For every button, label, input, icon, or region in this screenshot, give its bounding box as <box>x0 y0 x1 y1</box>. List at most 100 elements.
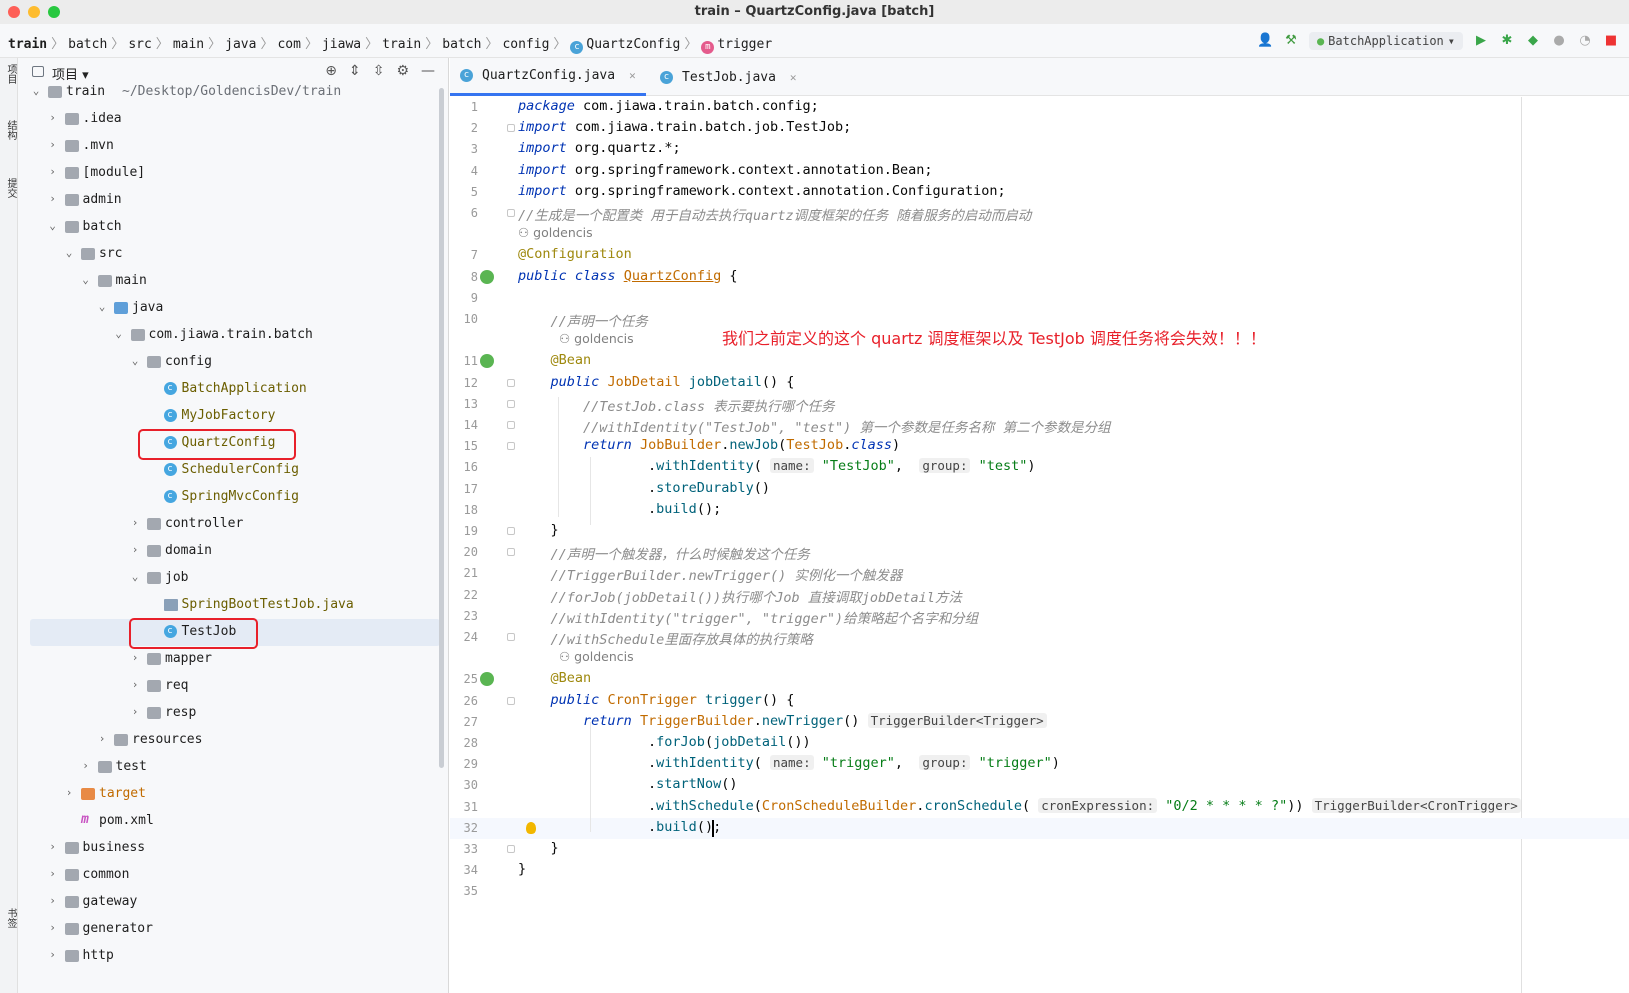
chevron-down-icon[interactable]: ⌄ <box>129 570 141 583</box>
fold-marker-icon[interactable] <box>507 548 515 557</box>
fold-marker-icon[interactable] <box>507 845 515 853</box>
tree-item[interactable]: c MyJobFactory <box>30 403 440 430</box>
more-run-icon[interactable]: ◔ <box>1577 33 1593 49</box>
tree-item[interactable]: › test <box>30 754 440 781</box>
breadcrumb-item[interactable]: c QuartzConfig <box>570 37 680 54</box>
code-editor[interactable]: 我们之前定义的这个 quartz 调度框架以及 TestJob 调度任务将会失效… <box>450 97 1629 993</box>
tree-item[interactable]: › controller <box>30 511 440 538</box>
chevron-right-icon[interactable]: › <box>47 111 59 124</box>
chevron-right-icon[interactable]: › <box>47 138 59 151</box>
hide-icon[interactable]: — <box>421 63 435 79</box>
chevron-down-icon[interactable]: ⌄ <box>63 246 75 259</box>
tree-item[interactable]: c SchedulerConfig <box>30 457 440 484</box>
author-label[interactable]: ⚇ goldencis <box>559 331 634 346</box>
chevron-right-icon[interactable]: › <box>129 651 141 664</box>
tab-testjob[interactable]: c TestJob.java ✕ <box>650 58 807 96</box>
tree-item[interactable]: › req <box>30 673 440 700</box>
tree-item[interactable]: ⌄ train ~/Desktop/GoldencisDev/train <box>30 79 440 106</box>
close-icon[interactable]: ✕ <box>629 69 636 82</box>
chevron-down-icon[interactable]: ⌄ <box>129 354 141 367</box>
breadcrumb-item[interactable]: m trigger <box>701 37 772 54</box>
tree-item[interactable]: ⌄ job <box>30 565 440 592</box>
breadcrumb-item[interactable]: train <box>382 37 421 52</box>
fold-marker-icon[interactable] <box>507 527 515 535</box>
chevron-right-icon[interactable]: › <box>129 516 141 529</box>
fold-marker-icon[interactable] <box>507 399 515 408</box>
build-hammer-icon[interactable]: ⚒ <box>1283 33 1299 49</box>
tree-item[interactable]: m pom.xml <box>30 808 440 835</box>
tree-item[interactable]: c SpringMvcConfig <box>30 484 440 511</box>
gear-icon[interactable]: ⚙ <box>396 63 409 79</box>
breadcrumb-item[interactable]: train <box>8 37 47 52</box>
tab-quartzconfig[interactable]: c QuartzConfig.java ✕ <box>450 58 646 96</box>
fold-marker-icon[interactable] <box>507 209 515 217</box>
tree-item[interactable]: › resp <box>30 700 440 727</box>
spring-bean-icon[interactable] <box>480 672 494 687</box>
tree-item[interactable]: ⌄ main <box>30 268 440 295</box>
stripe-project[interactable]: 项目 <box>0 64 18 84</box>
fold-marker-icon[interactable] <box>507 696 515 705</box>
close-icon[interactable]: ✕ <box>790 71 797 84</box>
breadcrumb-item[interactable]: main <box>173 37 204 52</box>
run-configuration-selector[interactable]: ● BatchApplication ▾ <box>1308 32 1463 50</box>
author-label[interactable]: ⚇ goldencis <box>518 225 593 240</box>
chevron-right-icon[interactable]: › <box>47 840 59 853</box>
tree-item[interactable]: › business <box>30 835 440 862</box>
breadcrumb-item[interactable]: batch <box>442 37 481 52</box>
breadcrumb-item[interactable]: config <box>502 37 549 52</box>
chevron-down-icon[interactable]: ⌄ <box>80 273 92 286</box>
debug-icon[interactable]: ✱ <box>1499 33 1515 49</box>
chevron-down-icon[interactable]: ⌄ <box>30 84 42 97</box>
breadcrumb-item[interactable]: jiawa <box>322 37 361 52</box>
chevron-down-icon[interactable]: ⌄ <box>113 327 125 340</box>
fold-marker-icon[interactable] <box>507 633 515 641</box>
chevron-down-icon[interactable]: ⌄ <box>47 219 59 232</box>
chevron-right-icon[interactable]: › <box>47 894 59 907</box>
tree-item[interactable]: ⌄ com.jiawa.train.batch <box>30 322 440 349</box>
lightbulb-icon[interactable] <box>526 821 536 834</box>
chevron-right-icon[interactable]: › <box>96 732 108 745</box>
author-label[interactable]: ⚇ goldencis <box>559 649 634 664</box>
chevron-right-icon[interactable]: › <box>47 921 59 934</box>
tree-item[interactable]: ⌄ config <box>30 349 440 376</box>
tree-item[interactable]: SpringBootTestJob.java <box>30 592 440 619</box>
breadcrumb-item[interactable]: java <box>225 37 256 52</box>
tree-item[interactable]: ⌄ java <box>30 295 440 322</box>
tree-item[interactable]: › [module] <box>30 160 440 187</box>
tree-item[interactable]: › common <box>30 862 440 889</box>
tree-item[interactable]: › .mvn <box>30 133 440 160</box>
coverage-icon[interactable]: ◆ <box>1525 33 1541 49</box>
chevron-right-icon[interactable]: › <box>129 543 141 556</box>
chevron-right-icon[interactable]: › <box>47 165 59 178</box>
collapse-all-icon[interactable]: ⇳ <box>373 63 385 79</box>
breadcrumb-item[interactable]: batch <box>68 37 107 52</box>
chevron-right-icon[interactable]: › <box>47 192 59 205</box>
project-scrollbar[interactable] <box>439 88 444 768</box>
tree-item[interactable]: › http <box>30 943 440 970</box>
spring-bean-icon[interactable] <box>480 269 494 284</box>
breadcrumb-item[interactable]: src <box>128 37 151 52</box>
tree-item[interactable]: ⌄ batch <box>30 214 440 241</box>
fold-marker-icon[interactable] <box>507 378 515 387</box>
tree-item[interactable]: › domain <box>30 538 440 565</box>
breadcrumb-item[interactable]: com <box>277 37 300 52</box>
chevron-right-icon[interactable]: › <box>47 948 59 961</box>
profile-icon[interactable]: ● <box>1551 33 1567 49</box>
chevron-right-icon[interactable]: › <box>129 678 141 691</box>
tree-item[interactable]: › mapper <box>30 646 440 673</box>
stripe-commit[interactable]: 提交 <box>0 178 18 198</box>
tree-item[interactable]: › admin <box>30 187 440 214</box>
stop-icon[interactable]: ■ <box>1603 33 1619 49</box>
chevron-right-icon[interactable]: › <box>47 867 59 880</box>
tree-item[interactable]: › resources <box>30 727 440 754</box>
chevron-down-icon[interactable]: ⌄ <box>96 300 108 313</box>
expand-all-icon[interactable]: ⇕ <box>349 63 361 79</box>
tree-item[interactable]: › .idea <box>30 106 440 133</box>
tree-item[interactable]: ⌄ src <box>30 241 440 268</box>
user-icon[interactable]: 👤 <box>1257 33 1273 49</box>
tree-item[interactable]: › target <box>30 781 440 808</box>
fold-marker-icon[interactable] <box>507 124 515 133</box>
fold-marker-icon[interactable] <box>507 442 515 451</box>
chevron-right-icon[interactable]: › <box>63 786 75 799</box>
chevron-right-icon[interactable]: › <box>80 759 92 772</box>
